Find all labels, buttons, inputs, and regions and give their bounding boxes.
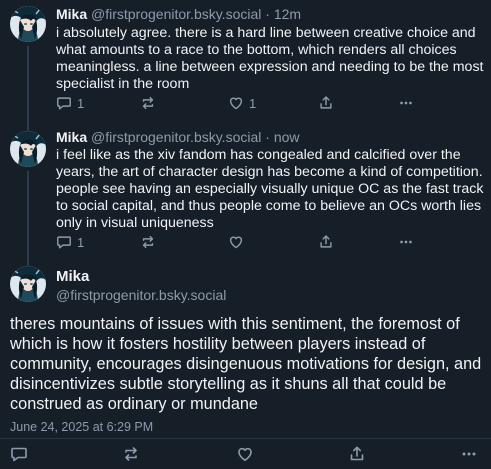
more-icon xyxy=(460,445,478,463)
reply-button[interactable]: 1 xyxy=(56,233,84,251)
share-icon xyxy=(318,234,334,250)
author-handle[interactable]: @firstprogenitor.bsky.social xyxy=(56,287,226,303)
post-actions xyxy=(10,444,485,464)
more-options-button[interactable] xyxy=(460,444,478,464)
share-icon xyxy=(318,95,334,111)
more-options-button[interactable] xyxy=(398,94,414,112)
post-header: Mika @firstprogenitor.bsky.social · 12m xyxy=(56,5,301,23)
repost-icon xyxy=(140,234,156,250)
repost-button[interactable] xyxy=(122,444,140,464)
heart-icon xyxy=(228,234,244,250)
post-header: Mika @firstprogenitor.bsky.social · now xyxy=(56,128,300,146)
separator-dot: · xyxy=(265,129,270,145)
avatar[interactable] xyxy=(10,266,46,302)
more-icon xyxy=(398,234,414,250)
share-button[interactable] xyxy=(318,233,334,251)
repost-button[interactable] xyxy=(140,233,161,251)
reply-icon xyxy=(56,234,72,250)
repost-button[interactable] xyxy=(140,94,161,112)
reply-button[interactable]: 1 xyxy=(56,94,84,112)
thread-connector-line xyxy=(27,46,29,126)
like-count: 1 xyxy=(249,95,257,111)
post-text: i feel like as the xiv fandom has congea… xyxy=(56,147,484,231)
avatar[interactable] xyxy=(10,6,46,42)
author-name[interactable]: Mika xyxy=(56,268,89,285)
author-handle[interactable]: @firstprogenitor.bsky.social xyxy=(91,129,261,145)
avatar[interactable] xyxy=(10,131,46,167)
thread-post-1[interactable]: Mika @firstprogenitor.bsky.social · 12m … xyxy=(0,0,491,126)
share-icon xyxy=(348,445,366,463)
thread-connector-line xyxy=(27,171,29,256)
post-actions: 1 xyxy=(56,233,486,251)
post-timestamp[interactable]: June 24, 2025 at 6:29 PM xyxy=(10,420,153,434)
reply-button[interactable] xyxy=(10,444,28,464)
thread-post-2[interactable]: Mika @firstprogenitor.bsky.social · now … xyxy=(0,126,491,256)
share-button[interactable] xyxy=(348,444,366,464)
author-name[interactable]: Mika xyxy=(56,6,87,22)
post-text: theres mountains of issues with this sen… xyxy=(10,315,482,413)
post-time[interactable]: 12m xyxy=(274,6,301,22)
author-name[interactable]: Mika xyxy=(56,129,87,145)
separator-dot: · xyxy=(265,6,270,22)
main-post: Mika @firstprogenitor.bsky.social theres… xyxy=(0,256,491,469)
reply-icon xyxy=(10,445,28,463)
reply-count: 1 xyxy=(77,95,85,111)
heart-icon xyxy=(236,445,254,463)
heart-icon xyxy=(228,95,244,111)
like-button[interactable] xyxy=(228,233,249,251)
more-icon xyxy=(398,95,414,111)
post-time[interactable]: now xyxy=(274,129,300,145)
thread-connector-line xyxy=(27,256,29,266)
thread-view: Mika @firstprogenitor.bsky.social · 12m … xyxy=(0,0,491,469)
repost-icon xyxy=(140,95,156,111)
share-button[interactable] xyxy=(318,94,334,112)
like-button[interactable]: 1 xyxy=(228,94,256,112)
author-handle[interactable]: @firstprogenitor.bsky.social xyxy=(91,6,261,22)
divider xyxy=(0,438,491,439)
post-actions: 1 1 xyxy=(56,94,486,112)
repost-icon xyxy=(122,445,140,463)
reply-count: 1 xyxy=(77,234,85,250)
post-text: i absolutely agree. there is a hard line… xyxy=(56,25,484,92)
reply-icon xyxy=(56,95,72,111)
like-button[interactable] xyxy=(236,444,254,464)
more-options-button[interactable] xyxy=(398,233,414,251)
